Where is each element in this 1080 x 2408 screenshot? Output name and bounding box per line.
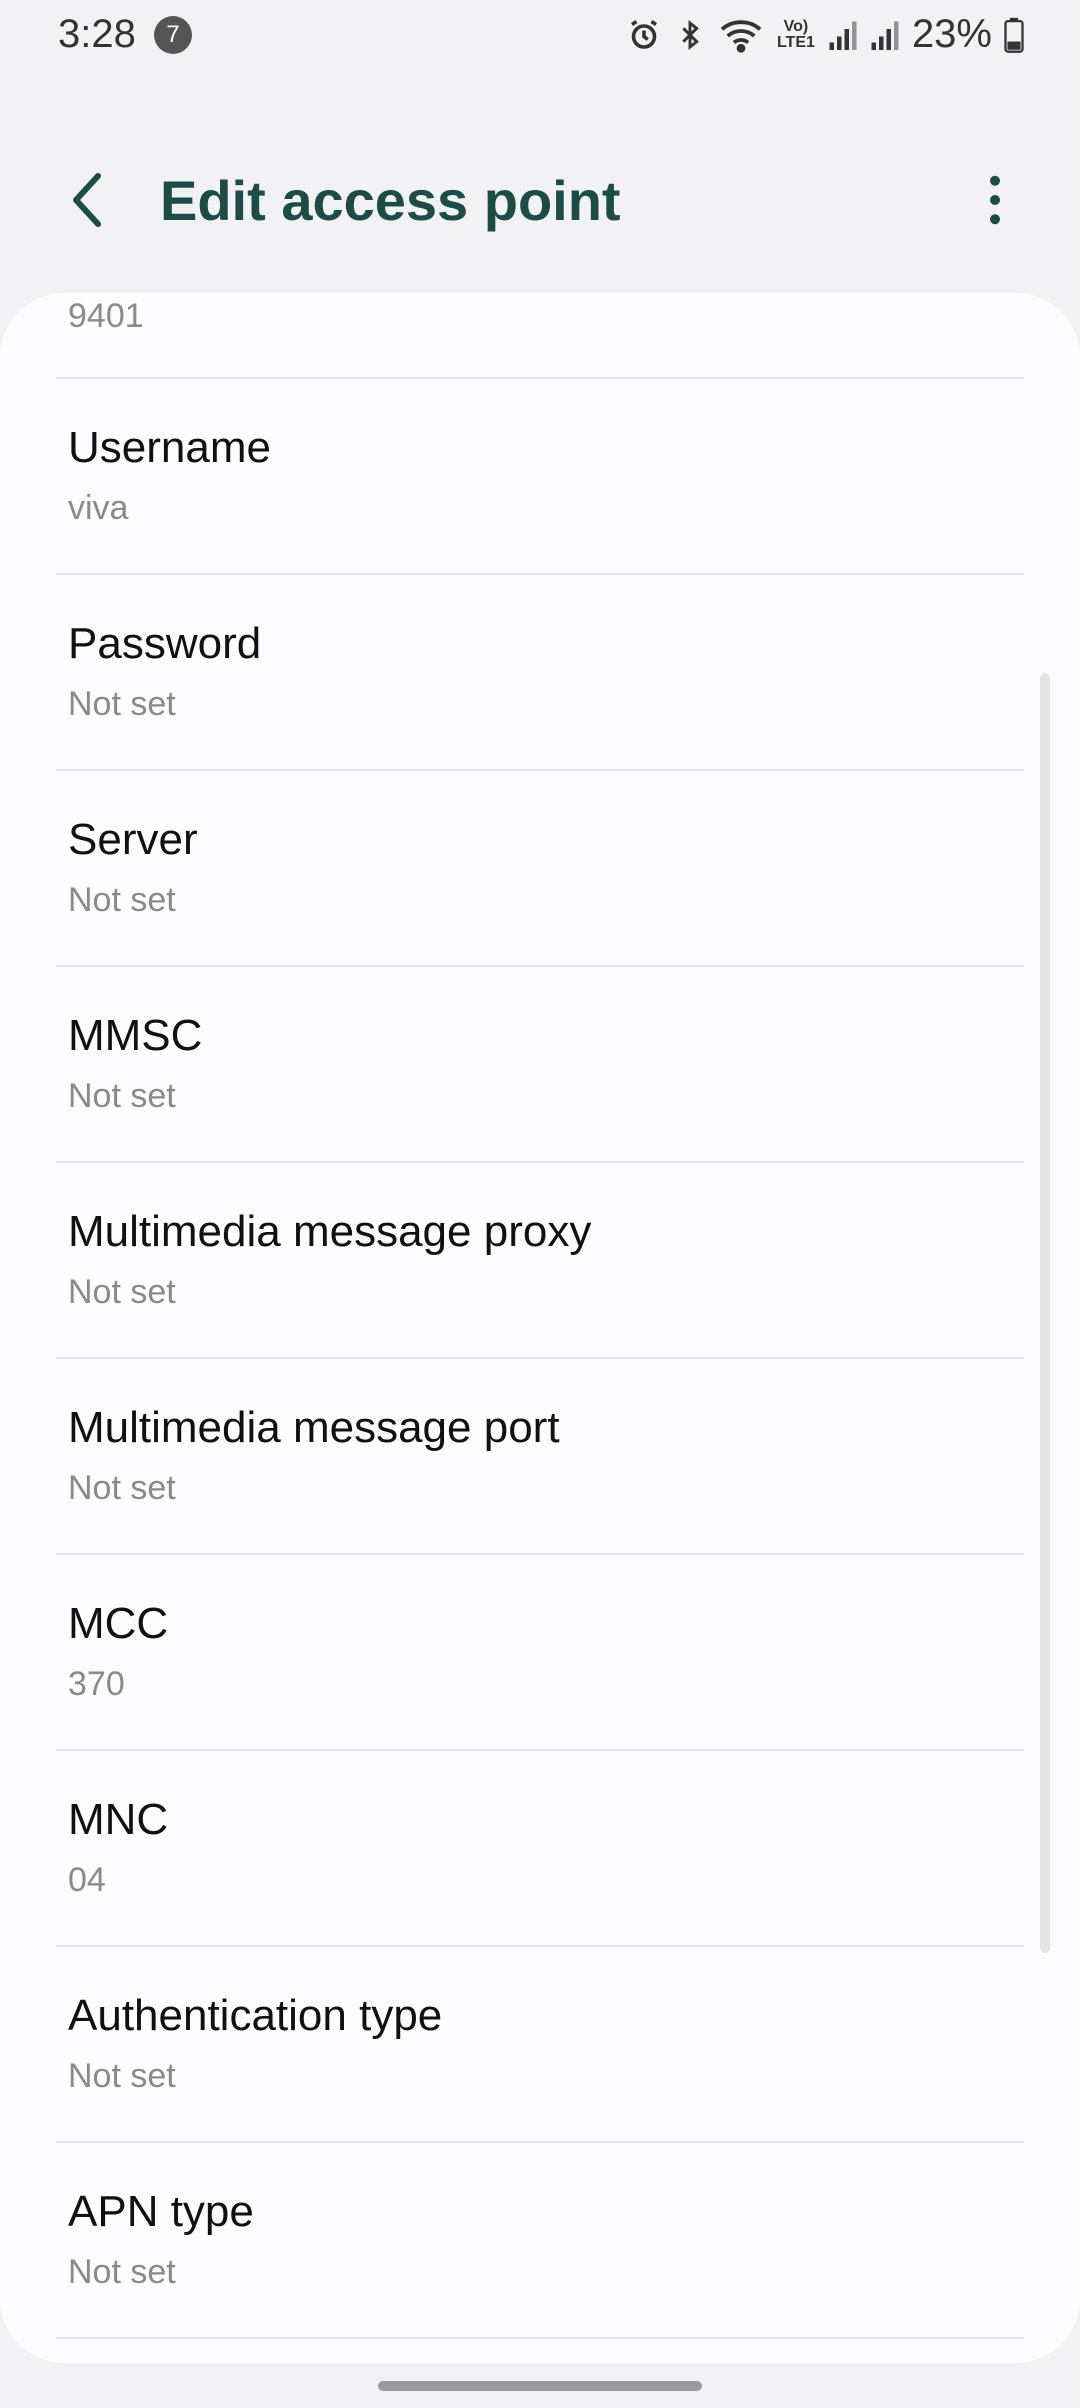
list-item-value: viva	[68, 489, 129, 527]
list-item-label: Server	[68, 815, 198, 864]
battery-icon	[1004, 17, 1024, 53]
list-item-mms-proxy[interactable]: Multimedia message proxy Not set	[0, 1163, 1080, 1357]
list-item-mcc[interactable]: MCC 370	[0, 1555, 1080, 1749]
status-icons: Vo) LTE1 23%	[626, 12, 1024, 57]
wifi-icon	[718, 16, 764, 54]
home-indicator[interactable]	[378, 2381, 702, 2391]
battery-percentage: 23%	[911, 12, 992, 56]
more-options-icon	[989, 175, 1001, 230]
list-item-value: 9401	[68, 297, 144, 335]
back-button[interactable]	[56, 170, 120, 234]
alarm-icon	[626, 17, 662, 53]
list-item-value: Not set	[68, 1273, 176, 1311]
status-time: 3:28	[58, 12, 136, 56]
page-title: Edit access point	[160, 169, 621, 232]
back-icon	[68, 170, 108, 235]
volte-label: Vo) LTE1	[776, 17, 815, 51]
list-item-label: MMSC	[68, 1011, 203, 1060]
list-item-mms-port[interactable]: Multimedia message port Not set	[0, 1359, 1080, 1553]
app-bar: Edit access point	[0, 150, 1080, 260]
list-item-password[interactable]: Password Not set	[0, 575, 1080, 769]
signal-icon	[828, 17, 858, 53]
list-item-server[interactable]: Server Not set	[0, 771, 1080, 965]
list-item-value: Not set	[68, 685, 176, 723]
list-item-label: MNC	[68, 1795, 169, 1844]
list-item-partial[interactable]: 9401	[0, 293, 1080, 379]
list-item-label: Username	[68, 423, 271, 472]
signal-icon-2	[870, 17, 900, 53]
list-item-mnc[interactable]: MNC 04	[0, 1751, 1080, 1945]
list-item-value: 04	[68, 1861, 106, 1899]
bluetooth-icon	[674, 16, 706, 54]
list-item-username[interactable]: Username viva	[0, 379, 1080, 573]
list-item-label: APN type	[68, 2187, 254, 2236]
list-item-label: Multimedia message port	[68, 1403, 560, 1452]
more-options-button[interactable]	[970, 170, 1020, 234]
scrollbar[interactable]	[1040, 673, 1050, 1953]
divider	[56, 2337, 1024, 2339]
list-item-value: Not set	[68, 1077, 176, 1115]
list-item-apn-type[interactable]: APN type Not set	[0, 2143, 1080, 2337]
list-item-value: Not set	[68, 2057, 176, 2095]
list-item-label: Authentication type	[68, 1991, 443, 2040]
settings-card: 9401 Username viva Password Not set Serv…	[0, 293, 1080, 2363]
notification-count-badge: 7	[154, 16, 192, 54]
list-item-value: Not set	[68, 881, 176, 919]
list-item-authentication-type[interactable]: Authentication type Not set	[0, 1947, 1080, 2141]
list-item-label: Multimedia message proxy	[68, 1207, 592, 1256]
list-item-value: 370	[68, 1665, 125, 1703]
list-item-label: Password	[68, 619, 262, 668]
list-item-label: MCC	[68, 1599, 169, 1648]
list-item-mmsc[interactable]: MMSC Not set	[0, 967, 1080, 1161]
status-bar: 3:28 7 Vo) LTE1 23%	[0, 0, 1080, 70]
list-item-value: Not set	[68, 2253, 176, 2291]
list-item-value: Not set	[68, 1469, 176, 1507]
